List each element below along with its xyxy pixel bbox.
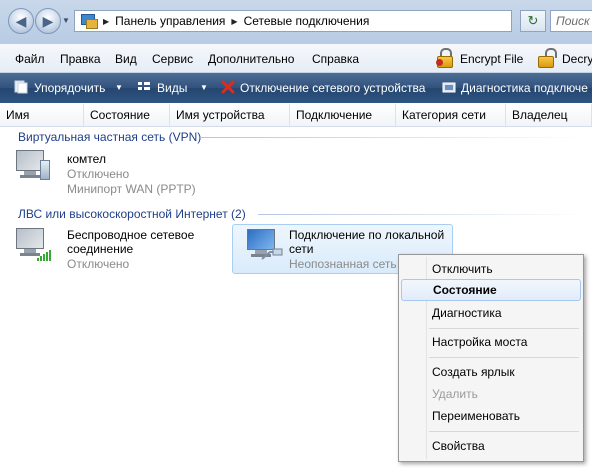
item-name-line1: Подключение по локальной bbox=[289, 228, 445, 242]
refresh-icon: ↻ bbox=[527, 13, 539, 28]
column-device-name[interactable]: Имя устройства bbox=[170, 104, 290, 126]
column-owner[interactable]: Владелец bbox=[506, 104, 592, 126]
group-header-vpn[interactable]: Виртуальная частная сеть (VPN) bbox=[18, 130, 201, 144]
encrypt-file-button[interactable]: Encrypt File bbox=[460, 52, 523, 66]
menu-item-bridge[interactable]: Настройка моста bbox=[401, 331, 581, 353]
encrypt-lock-icon bbox=[436, 48, 454, 68]
views-dropdown-icon[interactable]: ▼ bbox=[200, 83, 208, 92]
context-menu: Отключить Состояние Диагностика Настройк… bbox=[398, 254, 584, 462]
lan-connection-icon bbox=[247, 229, 283, 261]
organize-button[interactable]: Упорядочить bbox=[34, 81, 105, 95]
command-toolbar: Упорядочить ▼ Виды ▼ Отключение сетевого… bbox=[0, 73, 592, 103]
arrow-right-icon: ▶ bbox=[42, 12, 54, 29]
group-header-lan[interactable]: ЛВС или высокоскоростной Интернет (2) bbox=[18, 207, 246, 221]
menu-service[interactable]: Сервис bbox=[152, 52, 193, 66]
forward-button[interactable]: ▶ bbox=[35, 8, 61, 34]
breadcrumb-control-panel[interactable]: Панель управления bbox=[115, 14, 225, 28]
vpn-connection-icon bbox=[16, 150, 50, 182]
menu-item-disable[interactable]: Отключить bbox=[401, 258, 581, 280]
organize-icon bbox=[14, 80, 28, 94]
address-bar-area: ◀ ▶ ▼ ▶ Панель управления ▶ Сетевые подк… bbox=[0, 0, 592, 44]
disconnect-x-icon bbox=[221, 80, 235, 94]
breadcrumb-separator-icon[interactable]: ▶ bbox=[231, 17, 237, 26]
control-panel-icon bbox=[81, 14, 98, 29]
diagnostics-button[interactable]: Диагностика подключе bbox=[461, 81, 588, 95]
arrow-left-icon: ◀ bbox=[15, 12, 27, 29]
breadcrumb-separator-icon[interactable]: ▶ bbox=[103, 17, 109, 26]
column-header-row: Имя Состояние Имя устройства Подключение… bbox=[0, 104, 592, 127]
decrypt-lock-icon bbox=[537, 48, 557, 68]
refresh-button[interactable]: ↻ bbox=[520, 10, 546, 32]
menu-item-diagnose[interactable]: Диагностика bbox=[401, 302, 581, 324]
wireless-connection-icon bbox=[16, 228, 51, 261]
column-name[interactable]: Имя bbox=[0, 104, 84, 126]
item-device: Минипорт WAN (PPTP) bbox=[67, 182, 196, 196]
back-button[interactable]: ◀ bbox=[8, 8, 34, 34]
search-input[interactable]: Поиск bbox=[550, 10, 592, 32]
menu-item-create-shortcut[interactable]: Создать ярлык bbox=[401, 361, 581, 383]
menu-separator bbox=[429, 357, 579, 358]
disconnect-device-button[interactable]: Отключение сетевого устройства bbox=[240, 81, 425, 95]
group-divider bbox=[258, 214, 590, 215]
menu-separator bbox=[429, 431, 579, 432]
breadcrumb-network-connections[interactable]: Сетевые подключения bbox=[244, 14, 370, 28]
menu-help[interactable]: Справка bbox=[312, 52, 359, 66]
menu-item-properties[interactable]: Свойства bbox=[401, 435, 581, 457]
menu-item-rename[interactable]: Переименовать bbox=[401, 405, 581, 427]
item-status: Отключено bbox=[67, 257, 130, 271]
item-name-line1: Беспроводное сетевое bbox=[67, 228, 195, 242]
item-status: Неопознанная сеть bbox=[289, 257, 397, 271]
history-dropdown-icon[interactable]: ▼ bbox=[62, 16, 70, 25]
item-status: Отключено bbox=[67, 167, 130, 181]
menu-item-delete: Удалить bbox=[432, 387, 478, 401]
menu-item-status[interactable]: Состояние bbox=[401, 279, 581, 301]
item-name-line2: соединение bbox=[67, 242, 134, 256]
menu-view[interactable]: Вид bbox=[115, 52, 137, 66]
menu-edit[interactable]: Правка bbox=[60, 52, 101, 66]
column-network-category[interactable]: Категория сети bbox=[396, 104, 506, 126]
diagnostics-icon bbox=[442, 82, 456, 93]
menu-separator bbox=[429, 328, 579, 329]
group-divider bbox=[200, 137, 590, 138]
views-button[interactable]: Виды bbox=[157, 81, 187, 95]
breadcrumb[interactable]: ▶ Панель управления ▶ Сетевые подключени… bbox=[74, 10, 512, 32]
views-icon bbox=[138, 82, 150, 90]
menu-file[interactable]: Файл bbox=[15, 52, 45, 66]
item-name: комтел bbox=[67, 152, 106, 166]
decrypt-file-button[interactable]: Decry bbox=[562, 52, 592, 66]
column-status[interactable]: Состояние bbox=[84, 104, 170, 126]
item-name-line2: сети bbox=[289, 242, 314, 256]
menu-bar: Файл Правка Вид Сервис Дополнительно Спр… bbox=[0, 44, 592, 73]
column-connectivity[interactable]: Подключение bbox=[290, 104, 396, 126]
organize-dropdown-icon[interactable]: ▼ bbox=[115, 83, 123, 92]
menu-extra[interactable]: Дополнительно bbox=[208, 52, 294, 66]
